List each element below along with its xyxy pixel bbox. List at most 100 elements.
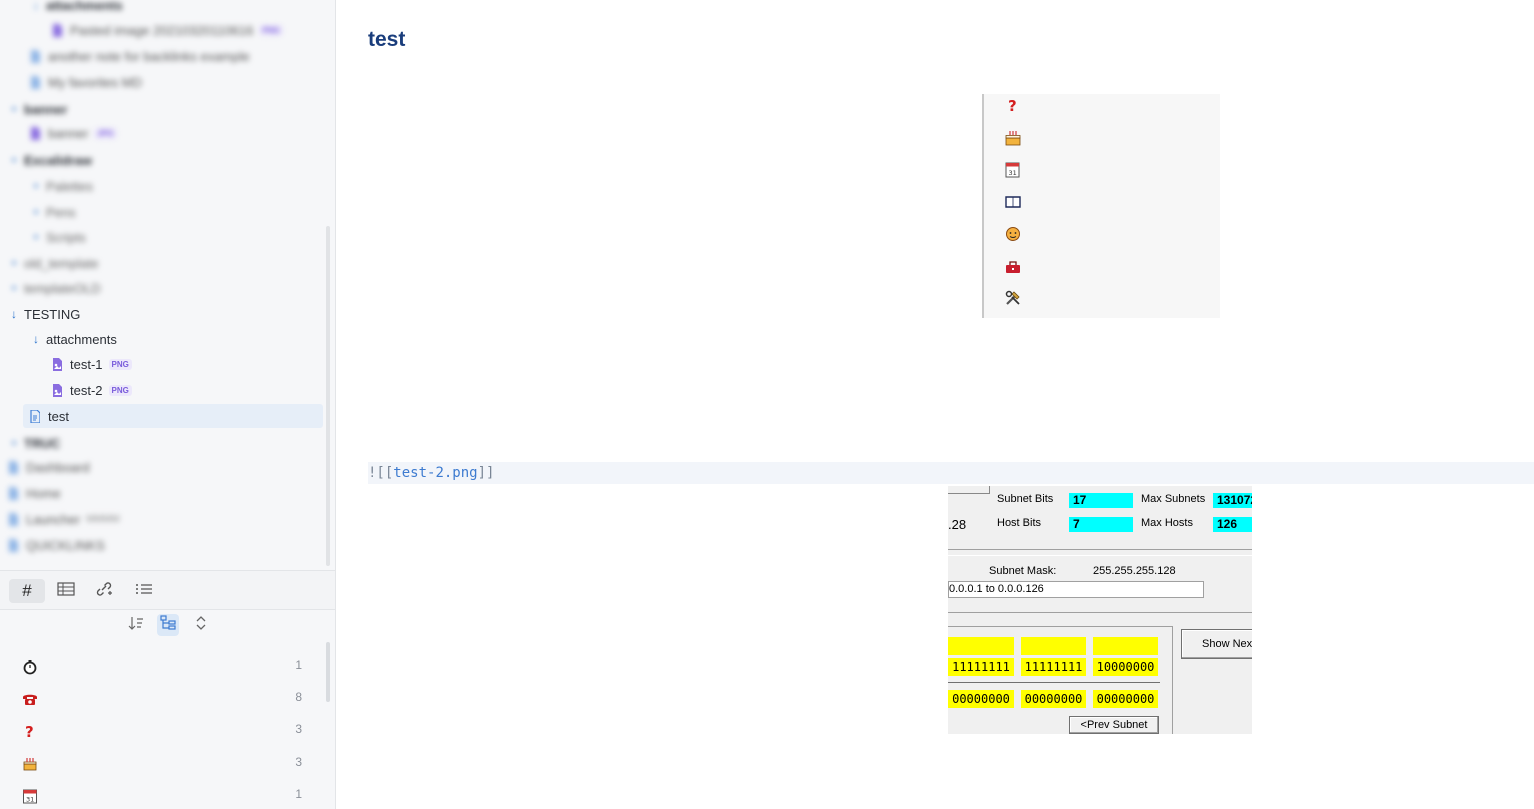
divider <box>948 612 1252 613</box>
sidebar: ↓ attachments Pasted image 2021032011061… <box>0 0 336 809</box>
chevron-right-icon: • <box>11 436 17 450</box>
tree-item-label: test <box>48 408 69 424</box>
tree-file[interactable]: QUICKLINKS <box>8 533 105 557</box>
tools-icon <box>1004 289 1022 307</box>
question-icon: ? <box>22 723 38 741</box>
tree-folder[interactable]: • Palettes <box>30 174 93 198</box>
calendar-icon: 31 <box>1004 161 1022 179</box>
tree-view-toggle[interactable] <box>157 614 179 636</box>
chevron-down-icon: ↓ <box>11 307 17 321</box>
tag-count: 1 <box>295 658 302 672</box>
tag-sort-bar <box>0 610 335 642</box>
divider <box>948 549 1252 550</box>
embed-close-bracket: ]] <box>477 465 495 481</box>
tag-count: 1 <box>295 787 302 801</box>
tag-item[interactable]: 1 <box>0 653 320 681</box>
chevron-right-icon: • <box>33 179 39 193</box>
chevron-right-icon: • <box>11 102 17 116</box>
tree-folder[interactable]: • banner <box>8 97 67 121</box>
tree-folder[interactable]: • Pens <box>30 200 76 224</box>
cropped-frame <box>948 486 990 494</box>
table-view-button[interactable] <box>48 579 84 603</box>
calendar-icon: 31 <box>22 788 38 804</box>
face-icon <box>1004 225 1022 243</box>
tag-count: 8 <box>295 690 302 704</box>
embed-open-bracket: ![[ <box>368 465 394 481</box>
tree-folder[interactable]: • old_template <box>8 251 99 275</box>
svg-text:31: 31 <box>1009 169 1017 177</box>
tag-item[interactable]: 8 <box>0 685 320 713</box>
tree-item-suffix: MMMM <box>86 513 120 525</box>
chevron-right-icon: • <box>33 205 39 219</box>
max-subnets-value: 131072 <box>1213 493 1252 508</box>
links-button[interactable] <box>86 579 122 603</box>
tags-tab-button[interactable]: # <box>9 579 45 603</box>
tree-file-test-2[interactable]: test-2 PNG <box>52 378 132 402</box>
tree-file[interactable]: banner JPG <box>30 121 117 145</box>
birthday-cake-icon <box>1004 129 1022 147</box>
tag-item[interactable]: ? 3 <box>0 717 320 745</box>
tree-folder[interactable]: • templateOLD <box>8 276 101 300</box>
image-file-icon <box>52 23 62 37</box>
chevron-down-icon: ↓ <box>33 332 39 346</box>
note-editor: test ? 31 ![[test-2.png]] Subnet Bits 17… <box>336 0 1534 809</box>
tree-file[interactable]: Dashboard <box>8 455 90 479</box>
note-file-icon <box>8 460 18 474</box>
binary-cell: 00000000 <box>1021 690 1086 708</box>
divider <box>948 555 1252 556</box>
tree-file[interactable]: Launcher MMMM <box>8 507 120 531</box>
show-next-button[interactable]: Show Nex <box>1181 629 1252 659</box>
tree-file[interactable]: Home <box>8 481 61 505</box>
tag-count: 3 <box>295 722 302 736</box>
tree-folder[interactable]: • Excalidraw <box>8 148 92 172</box>
embed-syntax-line[interactable]: ![[test-2.png]] <box>368 462 1534 484</box>
tree-item-label: TRUC <box>24 435 61 451</box>
tag-item[interactable]: 3 <box>0 750 320 778</box>
tree-folder[interactable]: • TRUC <box>8 431 60 455</box>
file-type-badge: JPG <box>94 127 117 139</box>
birthday-cake-icon <box>22 756 38 772</box>
note-file-icon <box>8 512 18 526</box>
file-type-badge: PNG <box>108 384 132 396</box>
tree-folder-attachments[interactable]: ↓ attachments <box>30 327 117 351</box>
max-hosts-value: 126 <box>1213 517 1252 532</box>
embedded-image-subnet-calculator: Subnet Bits 17 Max Subnets 131072 .28 Ho… <box>948 486 1252 734</box>
tag-item[interactable]: 31 1 <box>0 782 320 809</box>
file-type-badge: PNG <box>108 358 132 370</box>
tag-count: 3 <box>295 755 302 769</box>
embed-link[interactable]: test-2.png <box>393 465 477 481</box>
prev-subnet-button[interactable]: <Prev Subnet <box>1069 716 1159 734</box>
tree-file[interactable]: Pasted image 20210320110616 PNG <box>52 18 283 42</box>
tree-file-test-1[interactable]: test-1 PNG <box>52 352 132 376</box>
note-file-icon <box>30 408 41 424</box>
host-range-field[interactable]: 0.0.0.1 to 0.0.0.126 <box>948 581 1204 598</box>
tree-file[interactable]: My favorites MD <box>30 70 142 94</box>
prefix-fragment: .28 <box>948 517 967 532</box>
outline-button[interactable] <box>126 579 162 603</box>
binary-cell: 10000000 <box>1093 658 1158 676</box>
subnet-mask-label: Subnet Mask: <box>989 565 1057 577</box>
page-title: test <box>368 28 406 51</box>
host-range-value: 0.0.0.1 to 0.0.0.126 <box>949 583 1044 595</box>
question-icon: ? <box>1004 96 1022 115</box>
tree-folder-testing[interactable]: ↓ TESTING <box>8 302 80 326</box>
file-tree-scrollbar[interactable] <box>326 226 330 566</box>
tree-folder[interactable]: ↓ attachments <box>30 0 123 17</box>
tree-file[interactable]: another note for backlinks example <box>30 44 250 68</box>
tree-item-label: QUICKLINKS <box>26 537 105 553</box>
tag-list-scrollbar[interactable] <box>326 642 330 702</box>
tree-item-label: My favorites MD <box>48 74 142 90</box>
hash-icon: # <box>22 581 32 600</box>
image-file-icon <box>52 357 62 371</box>
expand-collapse-icon <box>194 615 208 636</box>
tree-folder[interactable]: • Scripts <box>30 225 86 249</box>
tree-note-test[interactable]: test <box>23 404 323 428</box>
toolbox-icon <box>1004 258 1022 276</box>
svg-text:31: 31 <box>26 796 34 804</box>
divider <box>948 682 1160 683</box>
expand-collapse-button[interactable] <box>190 614 212 636</box>
embedded-image-icons: ? 31 <box>982 94 1220 318</box>
tree-view-icon <box>160 614 176 636</box>
sort-button[interactable] <box>125 614 147 636</box>
binary-cell <box>1021 637 1086 655</box>
